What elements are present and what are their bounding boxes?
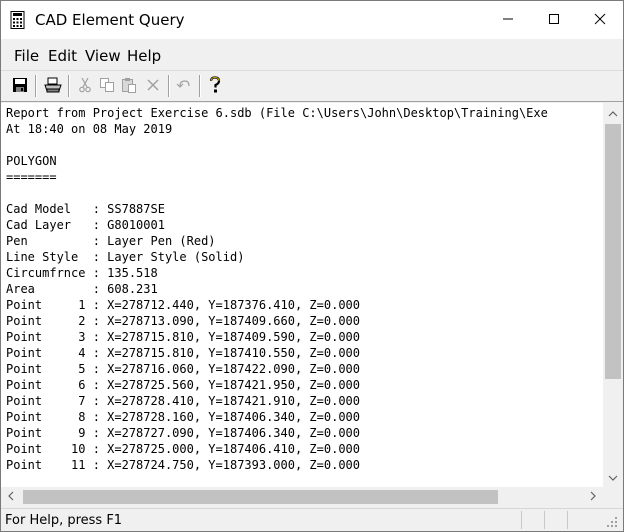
status-panel [521, 511, 543, 529]
toolbar [1, 72, 623, 102]
scrollbar-corner [603, 487, 623, 507]
menu-file[interactable]: File [14, 47, 39, 65]
report-line: Point 3 : X=278715.810, Y=187409.590, Z=… [6, 330, 361, 344]
maximize-button[interactable] [531, 1, 577, 39]
report-line: Point 1 : X=278712.440, Y=187376.410, Z=… [6, 298, 361, 312]
vertical-scroll-thumb[interactable] [605, 124, 621, 379]
report-line: Point 6 : X=278725.560, Y=187421.950, Z=… [6, 378, 361, 392]
chevron-left-icon [8, 490, 14, 504]
window-title: CAD Element Query [35, 11, 185, 29]
report-line: ======= [6, 170, 57, 184]
help-button[interactable] [204, 75, 226, 97]
status-text: For Help, press F1 [5, 513, 123, 528]
cad-element-query-window: CAD Element Query File Edit View Help Re… [0, 0, 624, 532]
report-line: Cad Layer : G8010001 [6, 218, 165, 232]
vertical-scrollbar[interactable] [603, 103, 623, 487]
resize-grip-icon[interactable] [605, 515, 619, 529]
report-line: Point 9 : X=278727.090, Y=187406.340, Z=… [6, 426, 361, 440]
scroll-down-button[interactable] [603, 467, 623, 487]
chevron-down-icon [608, 470, 618, 484]
toolbar-separator [68, 75, 70, 97]
toolbar-separator [168, 75, 170, 97]
cut-button[interactable] [74, 75, 96, 97]
status-bar: For Help, press F1 [1, 508, 623, 531]
menu-edit[interactable]: Edit [48, 47, 77, 65]
undo-icon [176, 77, 192, 96]
scroll-right-button[interactable] [583, 487, 603, 507]
report-line: Line Style : Layer Style (Solid) [6, 250, 245, 264]
minimize-icon [502, 13, 514, 28]
paste-button[interactable] [118, 75, 140, 97]
maximize-icon [548, 13, 560, 28]
status-panel [544, 511, 566, 529]
toolbar-separator [199, 75, 201, 97]
report-line: At 18:40 on 08 May 2019 [6, 122, 173, 136]
close-button[interactable] [577, 1, 623, 39]
copy-button[interactable] [96, 75, 118, 97]
help-icon [208, 75, 222, 97]
menu-view[interactable]: View [85, 47, 121, 65]
report-line: Point 7 : X=278728.410, Y=187421.910, Z=… [6, 394, 361, 408]
report-line: Point 11 : X=278724.750, Y=187393.000, Z… [6, 458, 361, 472]
status-panel [567, 511, 589, 529]
report-line: Cad Model : SS7887SE [6, 202, 165, 216]
horizontal-scrollbar[interactable] [1, 487, 603, 507]
menu-help[interactable]: Help [127, 47, 161, 65]
report-line: Point 5 : X=278716.060, Y=187422.090, Z=… [6, 362, 361, 376]
delete-button[interactable] [142, 75, 164, 97]
save-button[interactable] [9, 75, 31, 97]
save-icon [12, 77, 28, 96]
title-bar[interactable]: CAD Element Query [1, 1, 623, 39]
report-line: Point 2 : X=278713.090, Y=187409.660, Z=… [6, 314, 361, 328]
report-text-area[interactable]: Report from Project Exercise 6.sdb (File… [1, 103, 603, 487]
print-button[interactable] [42, 75, 64, 97]
report-line: Point 8 : X=278728.160, Y=187406.340, Z=… [6, 410, 361, 424]
print-icon [44, 77, 62, 96]
paste-icon [121, 77, 137, 96]
undo-button[interactable] [173, 75, 195, 97]
delete-icon [146, 78, 160, 95]
menu-bar: File Edit View Help [1, 39, 623, 71]
report-line: Point 10 : X=278725.000, Y=187406.410, Z… [6, 442, 361, 456]
chevron-right-icon [590, 490, 596, 504]
chevron-up-icon [608, 106, 618, 120]
scroll-up-button[interactable] [603, 103, 623, 123]
minimize-button[interactable] [485, 1, 531, 39]
report-line: Report from Project Exercise 6.sdb (File… [6, 106, 548, 120]
cut-icon [77, 77, 93, 96]
report-line: Circumfrnce : 135.518 [6, 266, 158, 280]
copy-icon [99, 77, 115, 96]
close-icon [594, 13, 606, 28]
horizontal-scroll-thumb[interactable] [23, 490, 498, 504]
toolbar-separator [35, 75, 37, 97]
report-line: Pen : Layer Pen (Red) [6, 234, 216, 248]
report-line: POLYGON [6, 154, 57, 168]
scroll-left-button[interactable] [1, 487, 21, 507]
calculator-icon [10, 11, 26, 29]
report-line: Area : 608.231 [6, 282, 158, 296]
report-line: Point 4 : X=278715.810, Y=187410.550, Z=… [6, 346, 361, 360]
